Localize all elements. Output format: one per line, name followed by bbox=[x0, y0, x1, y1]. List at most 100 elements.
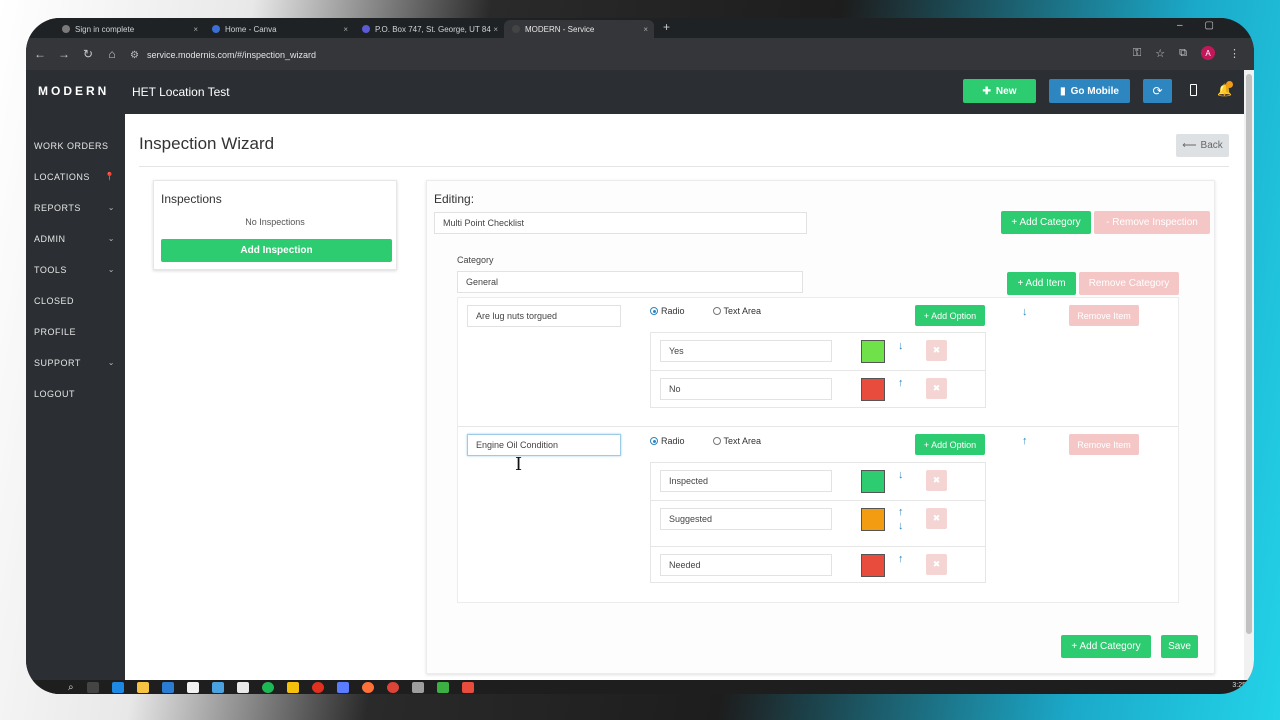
sidebar-item-locations[interactable]: LOCATIONS 📍 bbox=[26, 161, 125, 192]
add-inspection-button[interactable]: Add Inspection bbox=[161, 239, 392, 262]
option-label-input[interactable]: Yes bbox=[660, 340, 832, 362]
remove-category-button[interactable]: Remove Category bbox=[1079, 272, 1179, 295]
extensions-icon[interactable]: ⧉ bbox=[1179, 47, 1187, 60]
mail-icon[interactable] bbox=[161, 681, 174, 693]
save-button[interactable]: Save bbox=[1161, 635, 1198, 658]
move-up-arrow-icon[interactable]: ↑ bbox=[1022, 435, 1028, 447]
inspection-name-input[interactable]: Multi Point Checklist bbox=[434, 212, 807, 234]
option-color-swatch[interactable] bbox=[861, 340, 885, 363]
profile-avatar[interactable]: A bbox=[1201, 46, 1215, 60]
move-up-arrow-icon[interactable]: ↑ bbox=[898, 506, 904, 518]
back-arrow-icon[interactable]: ← bbox=[28, 47, 52, 61]
textarea-option[interactable]: Text Area bbox=[712, 436, 761, 446]
new-button[interactable]: ✚ New bbox=[963, 79, 1036, 103]
browser-menu-icon[interactable]: ⋮ bbox=[1229, 47, 1240, 60]
remove-option-button[interactable]: ✖ bbox=[926, 378, 947, 399]
radio-option[interactable]: Radio bbox=[650, 436, 685, 446]
task-view-icon[interactable] bbox=[86, 681, 99, 693]
url-field[interactable]: ⚙ service.modernis.com/#/inspection_wiza… bbox=[130, 44, 1210, 66]
maximize-icon[interactable]: ▢ bbox=[1205, 20, 1214, 31]
sidebar-item-logout[interactable]: LOGOUT bbox=[26, 378, 125, 409]
spotify-icon[interactable] bbox=[261, 681, 274, 693]
item-name-input[interactable]: Are lug nuts torgued bbox=[467, 305, 621, 327]
radio-option[interactable]: Radio bbox=[650, 306, 685, 316]
calculator-icon[interactable] bbox=[211, 681, 224, 693]
chrome-icon[interactable] bbox=[386, 681, 399, 693]
option-color-swatch[interactable] bbox=[861, 470, 885, 493]
minimize-icon[interactable]: – bbox=[1177, 20, 1183, 31]
app-icon[interactable] bbox=[336, 681, 349, 693]
sticky-notes-icon[interactable] bbox=[286, 681, 299, 693]
remove-inspection-button[interactable]: - Remove Inspection bbox=[1094, 211, 1210, 234]
recorder-icon[interactable] bbox=[311, 681, 324, 693]
move-down-arrow-icon[interactable]: ↓ bbox=[898, 340, 904, 352]
tab-close-icon[interactable]: × bbox=[643, 25, 648, 34]
move-up-arrow-icon[interactable]: ↑ bbox=[898, 553, 904, 565]
firefox-icon[interactable] bbox=[361, 681, 374, 693]
add-option-button[interactable]: + Add Option bbox=[915, 434, 985, 455]
item-name-input[interactable]: Engine Oil Condition bbox=[467, 434, 621, 456]
add-category-button[interactable]: + Add Category bbox=[1001, 211, 1091, 234]
bookmark-star-icon[interactable]: ☆ bbox=[1155, 47, 1165, 60]
paint-icon[interactable] bbox=[236, 681, 249, 693]
sheets-icon[interactable] bbox=[436, 681, 449, 693]
move-down-arrow-icon[interactable]: ↓ bbox=[898, 520, 904, 532]
browser-tab[interactable]: Sign in complete × bbox=[54, 20, 204, 38]
sidebar-item-work-orders[interactable]: WORK ORDERS bbox=[26, 130, 125, 161]
bottom-add-category-button[interactable]: + Add Category bbox=[1061, 635, 1151, 658]
sidebar-item-reports[interactable]: REPORTS ⌄ bbox=[26, 192, 125, 223]
add-option-button[interactable]: + Add Option bbox=[915, 305, 985, 326]
remove-item-button[interactable]: Remove Item bbox=[1069, 434, 1139, 455]
add-item-button[interactable]: + Add Item bbox=[1007, 272, 1076, 295]
app-logo[interactable]: MODERN bbox=[38, 84, 109, 98]
browser-tab-active[interactable]: MODERN - Service × bbox=[504, 20, 654, 38]
sidebar-item-admin[interactable]: ADMIN ⌄ bbox=[26, 223, 125, 254]
sidebar-item-support[interactable]: SUPPORT ⌄ bbox=[26, 347, 125, 378]
go-mobile-button[interactable]: ▮ Go Mobile bbox=[1049, 79, 1130, 103]
remove-option-button[interactable]: ✖ bbox=[926, 340, 947, 361]
file-explorer-icon[interactable] bbox=[136, 681, 149, 693]
site-settings-icon[interactable]: ⚙ bbox=[130, 50, 139, 61]
calendar-icon[interactable] bbox=[186, 681, 199, 693]
notepad-icon[interactable] bbox=[411, 681, 424, 693]
move-up-arrow-icon[interactable]: ↑ bbox=[898, 377, 904, 389]
refresh-button[interactable]: ⟳ bbox=[1143, 79, 1172, 103]
sidebar-item-tools[interactable]: TOOLS ⌄ bbox=[26, 254, 125, 285]
move-down-arrow-icon[interactable]: ↓ bbox=[1022, 306, 1028, 318]
taskbar-clock: 3:25 bbox=[1232, 682, 1246, 689]
option-label-input[interactable]: Inspected bbox=[660, 470, 832, 492]
remove-option-button[interactable]: ✖ bbox=[926, 470, 947, 491]
option-color-swatch[interactable] bbox=[861, 508, 885, 531]
new-tab-button[interactable]: + bbox=[663, 20, 670, 34]
browser-tab[interactable]: P.O. Box 747, St. George, UT 84 × bbox=[354, 20, 504, 38]
remove-option-button[interactable]: ✖ bbox=[926, 508, 947, 529]
home-icon[interactable]: ⌂ bbox=[100, 47, 124, 61]
tab-close-icon[interactable]: × bbox=[493, 25, 498, 34]
forward-arrow-icon[interactable]: → bbox=[52, 47, 76, 61]
remove-item-button[interactable]: Remove Item bbox=[1069, 305, 1139, 326]
reload-icon[interactable]: ↻ bbox=[76, 47, 100, 61]
search-icon[interactable]: ⌕ bbox=[68, 682, 74, 693]
scrollbar-thumb[interactable] bbox=[1246, 74, 1252, 634]
move-down-arrow-icon[interactable]: ↓ bbox=[898, 469, 904, 481]
category-name-input[interactable]: General bbox=[457, 271, 803, 293]
tab-close-icon[interactable]: × bbox=[343, 25, 348, 34]
phone-icon[interactable] bbox=[1190, 84, 1197, 96]
app-icon[interactable] bbox=[461, 681, 474, 693]
password-key-icon[interactable]: ⚿ bbox=[1133, 47, 1141, 60]
remove-option-button[interactable]: ✖ bbox=[926, 554, 947, 575]
tab-close-icon[interactable]: × bbox=[193, 25, 198, 34]
back-button[interactable]: ⟵ Back bbox=[1176, 134, 1229, 157]
textarea-option[interactable]: Text Area bbox=[712, 306, 761, 316]
option-color-swatch[interactable] bbox=[861, 378, 885, 401]
sidebar-item-profile[interactable]: PROFILE bbox=[26, 316, 125, 347]
window-controls: – ▢ bbox=[1177, 20, 1214, 31]
option-label-input[interactable]: Suggested bbox=[660, 508, 832, 530]
option-color-swatch[interactable] bbox=[861, 554, 885, 577]
page-scrollbar[interactable] bbox=[1244, 70, 1254, 694]
option-label-input[interactable]: No bbox=[660, 378, 832, 400]
browser-tab[interactable]: Home - Canva × bbox=[204, 20, 354, 38]
option-label-input[interactable]: Needed bbox=[660, 554, 832, 576]
sidebar-item-closed[interactable]: CLOSED bbox=[26, 285, 125, 316]
edge-icon[interactable] bbox=[111, 681, 124, 693]
